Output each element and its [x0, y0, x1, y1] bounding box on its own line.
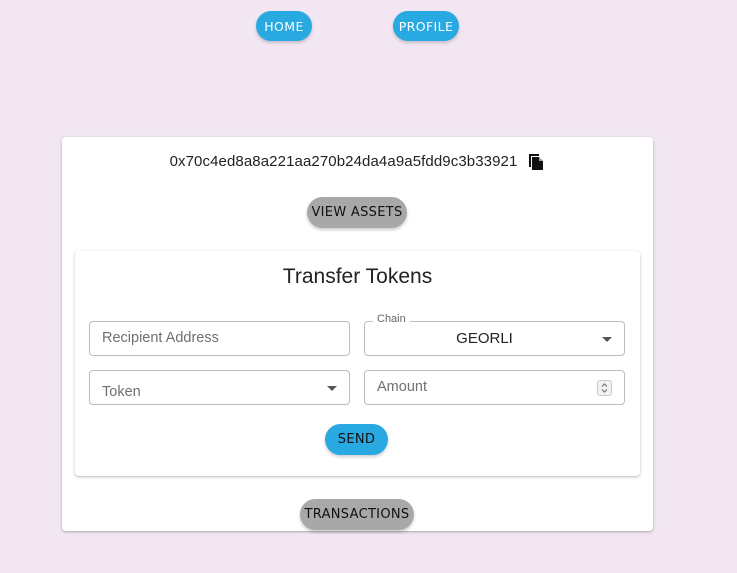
amount-input[interactable]: Amount	[364, 370, 625, 405]
token-select[interactable]: Token	[89, 370, 350, 405]
wallet-address: 0x70c4ed8a8a221aa270b24da4a9a5fdd9c3b339…	[169, 152, 518, 170]
wallet-address-row: 0x70c4ed8a8a221aa270b24da4a9a5fdd9c3b339…	[62, 151, 653, 171]
copy-icon[interactable]	[527, 151, 545, 171]
number-spinner-icon[interactable]	[597, 380, 612, 396]
chain-label: Chain	[373, 313, 410, 325]
chevron-down-icon	[602, 337, 612, 342]
transfer-tokens-card: Transfer Tokens Recipient Address Chain …	[75, 251, 640, 476]
transactions-button[interactable]: TRANSACTIONS	[300, 499, 414, 530]
profile-nav-button[interactable]: PROFILE	[393, 11, 459, 41]
wallet-card: 0x70c4ed8a8a221aa270b24da4a9a5fdd9c3b339…	[62, 137, 653, 531]
amount-placeholder: Amount	[377, 379, 427, 395]
chain-value: GEORLI	[456, 330, 513, 347]
view-assets-button[interactable]: VIEW ASSETS	[307, 197, 407, 228]
chain-select[interactable]: Chain GEORLI	[364, 313, 625, 356]
recipient-address-placeholder: Recipient Address	[102, 330, 219, 346]
send-button[interactable]: SEND	[325, 424, 388, 455]
transfer-title: Transfer Tokens	[282, 265, 433, 288]
recipient-address-input[interactable]: Recipient Address	[89, 321, 350, 356]
home-nav-button[interactable]: HOME	[256, 11, 312, 41]
token-placeholder: Token	[102, 384, 141, 400]
chevron-down-icon	[327, 386, 337, 391]
